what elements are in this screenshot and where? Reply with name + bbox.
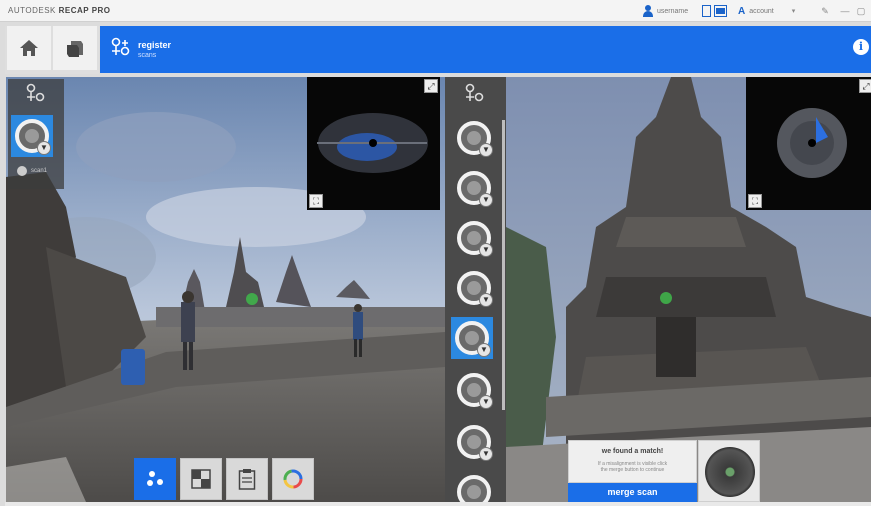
minimize-icon[interactable]: — xyxy=(838,4,852,18)
checkerboard-icon xyxy=(191,469,211,489)
scan-thumb[interactable] xyxy=(453,471,495,506)
match-title: we found a match! xyxy=(601,448,664,455)
filter-icon[interactable]: ▼ xyxy=(37,141,51,155)
right-map-image xyxy=(777,108,847,178)
auto-register-tool[interactable] xyxy=(134,458,176,500)
points-icon xyxy=(147,471,163,486)
color-tool[interactable] xyxy=(272,458,314,500)
left-thumb-caption: scan1 xyxy=(17,166,47,176)
app-title: AUTODESK RECAP PRO xyxy=(8,6,111,15)
preview-disc-icon xyxy=(705,447,755,497)
home-icon xyxy=(20,40,38,56)
maximize-icon[interactable]: ▢ xyxy=(854,4,868,18)
filter-icon[interactable]: ▼ xyxy=(479,293,493,307)
info-icon[interactable]: i xyxy=(853,39,869,55)
left-map-image xyxy=(317,113,428,173)
scan-thumb[interactable]: ▼ xyxy=(453,421,495,463)
left-scan-thumb[interactable]: ▼ xyxy=(11,115,53,157)
account-menu[interactable]: A account ▾ xyxy=(738,4,808,18)
fullscreen-icon[interactable]: ⛶ xyxy=(309,194,323,208)
scan-list-scrollbar[interactable] xyxy=(502,120,505,410)
bottom-edge xyxy=(5,502,871,506)
clipboard-icon xyxy=(238,469,256,490)
fullscreen-icon[interactable]: ⛶ xyxy=(748,194,762,208)
right-overview-map[interactable]: ⤢ ⛶ xyxy=(746,77,871,210)
layers-button[interactable] xyxy=(53,26,97,70)
right-scan-list[interactable]: ▼ ▼ ▼ ▼ ▼ ▼ ▼ xyxy=(445,77,506,506)
match-panel: we found a match! If a misalignment is v… xyxy=(568,440,697,483)
checker-tool[interactable] xyxy=(180,458,222,500)
cart-button[interactable] xyxy=(700,4,730,18)
recap-app: AUTODESK RECAP PRO username A account ▾ … xyxy=(0,0,871,506)
filter-icon[interactable]: ▼ xyxy=(479,193,493,207)
page-subtitle: scans xyxy=(138,52,157,59)
user-icon xyxy=(643,5,653,17)
user-name: username xyxy=(657,7,689,15)
merge-scan-button[interactable]: merge scan xyxy=(568,483,697,502)
match-preview[interactable] xyxy=(698,440,760,502)
header-bar: register scans i xyxy=(100,26,871,73)
account-label: account xyxy=(749,7,774,15)
scan-thumb[interactable]: ▼ xyxy=(453,369,495,411)
filter-icon[interactable]: ▼ xyxy=(479,143,493,157)
chevron-down-icon: ▾ xyxy=(791,8,796,15)
scan-thumb[interactable]: ▼ xyxy=(453,217,495,259)
scan-thumb[interactable]: ▼ xyxy=(453,117,495,159)
match-description-line2: the merge button to continue xyxy=(600,467,665,473)
home-button[interactable] xyxy=(7,26,51,70)
filter-icon[interactable]: ▼ xyxy=(479,395,493,409)
expand-icon[interactable]: ⤢ xyxy=(424,79,438,93)
left-overview-map[interactable]: ⤢ ⛶ xyxy=(307,77,440,210)
filter-icon[interactable]: ▼ xyxy=(477,343,491,357)
cart-icon xyxy=(702,5,727,17)
register-icon xyxy=(111,37,130,56)
page-title: register xyxy=(138,40,172,50)
scan-thumb[interactable]: ▼ xyxy=(453,267,495,309)
register-icon xyxy=(465,83,484,102)
layers-icon xyxy=(67,41,83,57)
filter-icon[interactable]: ▼ xyxy=(479,243,493,257)
app-product: RECAP PRO xyxy=(58,6,111,15)
autodesk-a-icon: A xyxy=(738,5,746,17)
app-name: AUTODESK xyxy=(8,6,56,15)
scan-thumb[interactable]: ▼ xyxy=(453,167,495,209)
clipboard-tool[interactable] xyxy=(226,458,268,500)
filter-icon[interactable]: ▼ xyxy=(479,447,493,461)
color-wheel-icon xyxy=(283,469,303,489)
scan-thumb-selected[interactable]: ▼ xyxy=(451,317,493,359)
user-menu[interactable]: username xyxy=(643,3,688,19)
title-bar: AUTODESK RECAP PRO username A account ▾ … xyxy=(0,0,871,22)
match-description: If a misalignment is visible click the m… xyxy=(569,461,696,473)
scan-dot-icon xyxy=(17,166,27,176)
left-thumb-caption-text: scan1 xyxy=(31,168,48,174)
help-icon[interactable]: ✎ xyxy=(818,4,832,18)
expand-icon[interactable]: ⤢ xyxy=(859,79,871,93)
register-icon xyxy=(26,83,45,102)
